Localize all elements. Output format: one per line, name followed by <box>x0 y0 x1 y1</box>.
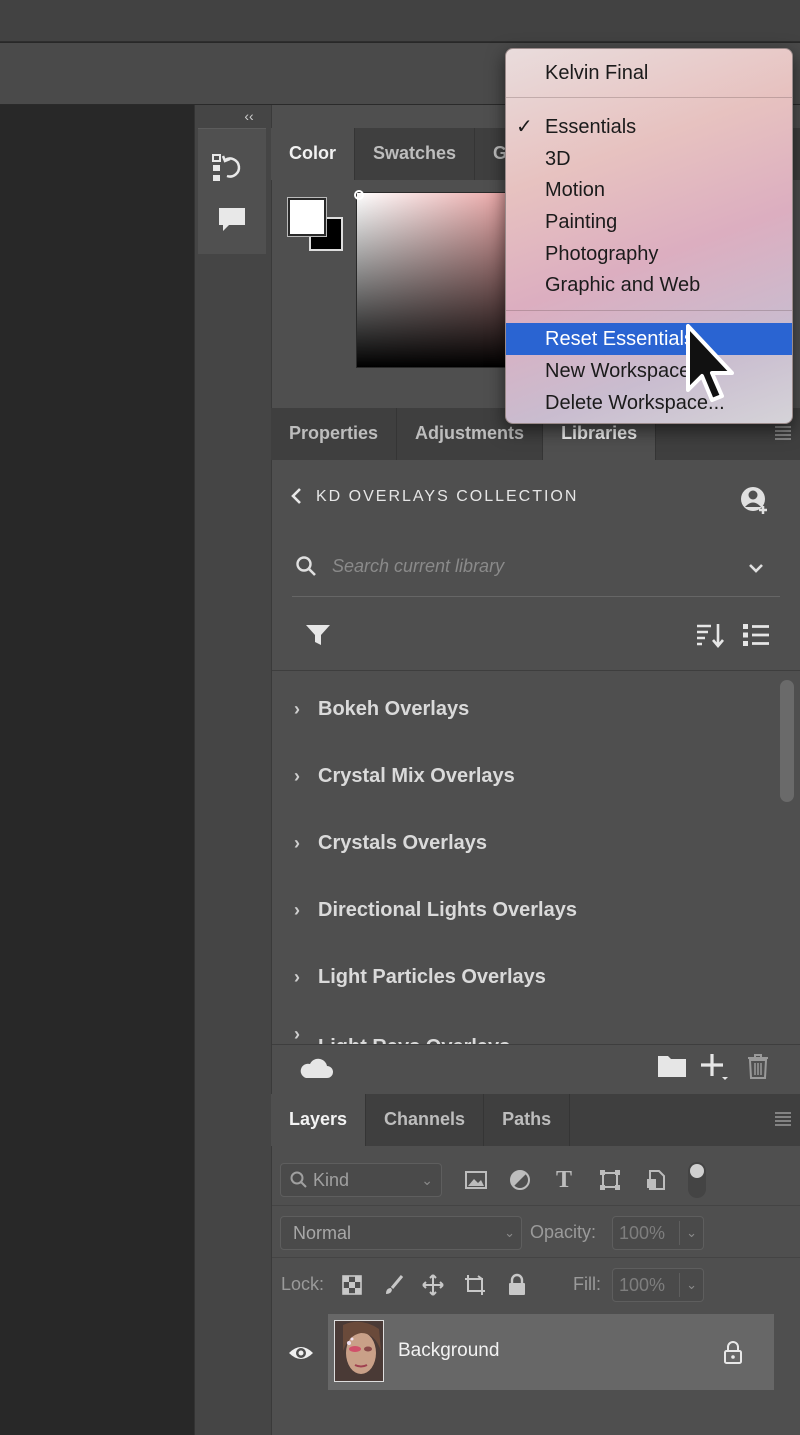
tab-layers[interactable]: Layers <box>271 1094 367 1146</box>
blend-mode-value: Normal <box>293 1222 352 1243</box>
library-group-item[interactable]: › Light Rays Overlays <box>272 1011 777 1044</box>
folder-icon[interactable] <box>656 1052 688 1080</box>
menu-separator <box>506 310 792 311</box>
layer-thumbnail[interactable] <box>334 1320 384 1382</box>
library-group-item[interactable]: › Crystals Overlays <box>272 810 777 877</box>
sort-icon[interactable] <box>694 620 726 650</box>
library-group-item[interactable]: › Directional Lights Overlays <box>272 877 777 944</box>
chevron-down-icon[interactable] <box>744 556 768 580</box>
fill-field[interactable]: 100% ⌄ <box>612 1268 704 1302</box>
library-group-item[interactable]: › Bokeh Overlays <box>272 676 777 743</box>
fill-value: 100% <box>619 1274 666 1295</box>
menu-separator <box>506 97 792 98</box>
add-element-icon[interactable] <box>698 1050 730 1082</box>
kind-filter-select[interactable]: Kind ⌄ <box>280 1163 442 1197</box>
lock-all-icon[interactable] <box>504 1272 530 1298</box>
pixel-layer-filter-icon[interactable] <box>462 1166 490 1194</box>
library-scrollbar[interactable] <box>780 680 794 802</box>
lock-artboard-icon[interactable] <box>462 1272 488 1298</box>
opacity-label: Opacity: <box>530 1222 597 1242</box>
chevron-down-icon: ⌄ <box>504 1225 515 1240</box>
tab-paths[interactable]: Paths <box>484 1094 571 1146</box>
opacity-field[interactable]: 100% ⌄ <box>612 1216 704 1250</box>
chevron-down-icon: ⌄ <box>686 1277 697 1292</box>
menu-item-graphic-and-web[interactable]: Graphic and Web <box>506 269 792 301</box>
library-groups-list: › Bokeh Overlays › Crystal Mix Overlays › C… <box>272 676 777 1044</box>
application-bar <box>0 0 800 42</box>
lock-image-pixels-icon[interactable] <box>381 1272 407 1298</box>
collapse-panels-icon[interactable]: ‹‹ <box>236 106 262 126</box>
tab-color[interactable]: Color <box>271 128 355 180</box>
fill-label: Fill: <box>573 1274 601 1294</box>
kind-filter-label: Kind <box>313 1169 350 1190</box>
tab-channels[interactable]: Channels <box>366 1094 485 1146</box>
search-input[interactable] <box>330 552 710 580</box>
library-group-label: Directional Lights Overlays <box>318 899 577 921</box>
library-group-item[interactable]: › Light Particles Overlays <box>272 944 777 1011</box>
history-icon[interactable] <box>206 149 246 187</box>
tab-swatches[interactable]: Swatches <box>355 128 476 180</box>
library-group-label: Crystals Overlays <box>318 832 488 854</box>
chevron-right-icon: › <box>294 967 300 987</box>
chevron-down-icon: ⌄ <box>686 1225 697 1240</box>
eye-icon[interactable] <box>288 1340 314 1366</box>
lock-label: Lock: <box>281 1274 325 1294</box>
trash-icon[interactable] <box>746 1052 770 1080</box>
chevron-right-icon: › <box>294 900 300 920</box>
lock-position-icon[interactable] <box>420 1272 446 1298</box>
menu-item-3d[interactable]: 3D <box>506 143 792 175</box>
shape-layer-filter-icon[interactable] <box>596 1166 624 1194</box>
layers-menu-icon[interactable] <box>772 1108 794 1130</box>
layers-panel-tabs: Layers Channels Paths <box>271 1094 800 1146</box>
library-group-label: Crystal Mix Overlays <box>318 765 515 787</box>
list-view-icon[interactable] <box>740 620 772 650</box>
search-icon <box>294 554 318 578</box>
library-group-label: Light Rays Overlays <box>318 1036 510 1044</box>
search-icon <box>290 1171 307 1188</box>
smart-object-filter-icon[interactable] <box>642 1166 670 1194</box>
document-canvas[interactable] <box>0 105 194 1435</box>
panel-dock-gutter <box>194 105 271 1435</box>
filter-icon[interactable] <box>304 622 332 648</box>
lock-transparent-pixels-icon[interactable] <box>339 1272 365 1298</box>
chevron-right-icon: › <box>294 833 300 853</box>
color-picker-field[interactable] <box>356 192 516 368</box>
chevron-down-icon: ⌄ <box>421 1171 433 1188</box>
adjustment-layer-filter-icon[interactable] <box>506 1166 534 1194</box>
cloud-sync-icon[interactable] <box>298 1052 334 1082</box>
menu-item-motion[interactable]: Motion <box>506 174 792 206</box>
type-layer-filter-icon[interactable]: T <box>550 1166 578 1194</box>
opacity-value: 100% <box>619 1222 666 1243</box>
mini-panel-dock <box>198 128 266 254</box>
menu-item-essentials[interactable]: Essentials <box>506 111 792 143</box>
back-chevron-icon[interactable] <box>289 484 307 512</box>
library-divider <box>272 670 800 671</box>
layer-name: Background <box>398 1340 500 1361</box>
menu-item-kelvin-final[interactable]: Kelvin Final <box>506 57 792 89</box>
library-title: KD OVERLAYS COLLECTION <box>316 488 579 505</box>
library-group-item[interactable]: › Crystal Mix Overlays <box>272 743 777 810</box>
menu-item-photography[interactable]: Photography <box>506 238 792 270</box>
field-separator <box>679 1221 680 1245</box>
chevron-right-icon: › <box>294 1024 300 1044</box>
menu-item-painting[interactable]: Painting <box>506 206 792 238</box>
mouse-pointer-icon <box>682 324 752 414</box>
blend-mode-select[interactable]: Normal ⌄ <box>280 1216 522 1250</box>
chevron-right-icon: › <box>294 699 300 719</box>
chevron-right-icon: › <box>294 766 300 786</box>
layer-lock-icon <box>722 1340 744 1366</box>
foreground-color-swatch[interactable] <box>287 197 327 237</box>
panel-menu-icon[interactable] <box>772 422 794 444</box>
comments-icon[interactable] <box>212 201 252 239</box>
library-group-label: Light Particles Overlays <box>318 966 546 988</box>
library-group-label: Bokeh Overlays <box>318 698 470 720</box>
color-picker-handle[interactable] <box>354 190 364 200</box>
filter-toggle-knob[interactable] <box>690 1164 704 1178</box>
tab-properties[interactable]: Properties <box>271 408 398 460</box>
add-collaborator-icon[interactable] <box>738 484 774 516</box>
field-separator <box>679 1273 680 1297</box>
